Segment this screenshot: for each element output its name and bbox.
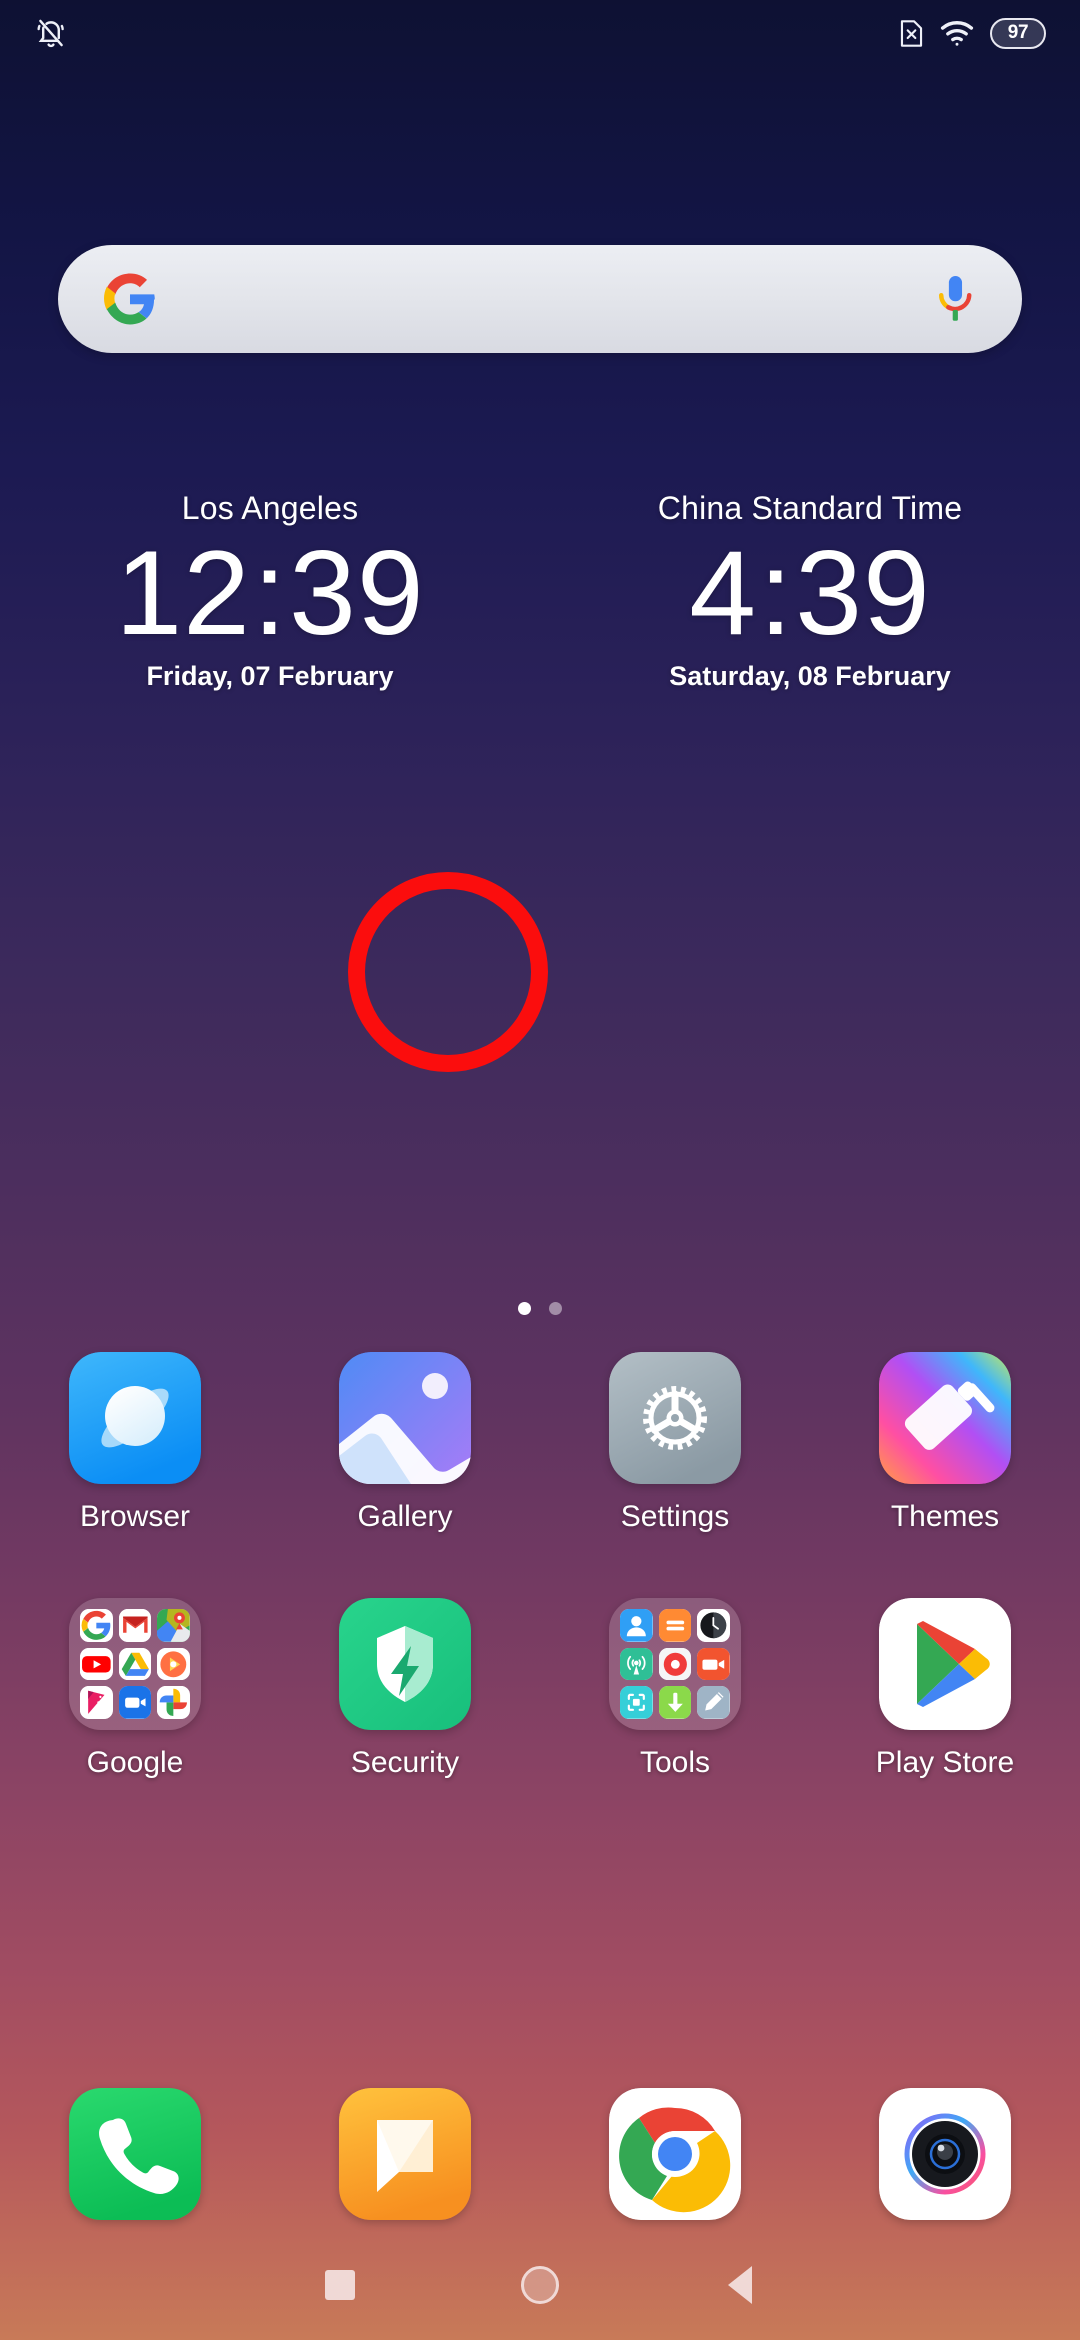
themes-icon[interactable]	[879, 1352, 1011, 1484]
circle-icon	[521, 2266, 559, 2304]
back-button[interactable]	[640, 2266, 840, 2304]
status-bar-right: 97	[899, 18, 1046, 49]
calculator-icon	[659, 1609, 692, 1642]
app-item-security[interactable]: Security	[270, 1598, 540, 1780]
app-item-play-store[interactable]: Play Store	[810, 1598, 1080, 1780]
app-grid: Browser Gallery	[0, 1352, 1080, 1780]
search-input[interactable]	[156, 245, 934, 353]
security-shield-icon[interactable]	[339, 1598, 471, 1730]
annotation-circle-settings	[348, 872, 548, 1072]
clock-los-angeles[interactable]: Los Angeles 12:39 Friday, 07 February	[0, 490, 540, 692]
app-label: Gallery	[357, 1500, 452, 1534]
scanner-icon	[620, 1686, 653, 1719]
dock-item-phone[interactable]	[0, 2088, 270, 2220]
app-label: Tools	[640, 1746, 710, 1780]
app-label: Security	[351, 1746, 459, 1780]
gmail-icon	[119, 1609, 152, 1642]
google-search-bar[interactable]	[58, 245, 1022, 353]
settings-gear-icon[interactable]	[609, 1352, 741, 1484]
navigation-bar	[0, 2230, 1080, 2340]
battery-level-text: 97	[1008, 22, 1029, 44]
page-dot-2[interactable]	[549, 1302, 562, 1315]
notes-icon	[697, 1686, 730, 1719]
play-movies-icon	[80, 1686, 113, 1719]
clock-date: Friday, 07 February	[0, 661, 540, 692]
google-search-icon	[80, 1609, 113, 1642]
clock-time: 4:39	[540, 529, 1080, 659]
square-icon	[325, 2270, 355, 2300]
app-label: Settings	[621, 1500, 729, 1534]
home-button[interactable]	[440, 2266, 640, 2304]
drive-icon	[119, 1648, 152, 1681]
app-label: Google	[87, 1746, 184, 1780]
clock-colon: :	[757, 526, 795, 660]
wifi-icon	[940, 18, 974, 48]
home-screen: 97 Los Angeles 12:39	[0, 0, 1080, 2340]
dock-item-chrome[interactable]	[540, 2088, 810, 2220]
downloads-icon	[659, 1686, 692, 1719]
browser-icon[interactable]	[69, 1352, 201, 1484]
clock-colon: :	[251, 526, 289, 660]
notifications-silenced-icon	[34, 16, 68, 50]
status-bar: 97	[0, 0, 1080, 66]
dock-item-camera[interactable]	[810, 2088, 1080, 2220]
clock-icon	[697, 1609, 730, 1642]
battery-indicator: 97	[990, 18, 1046, 49]
google-g-icon	[104, 273, 156, 325]
contacts-icon	[620, 1609, 653, 1642]
tools-folder-icon[interactable]	[609, 1598, 741, 1730]
clock-china-standard-time[interactable]: China Standard Time 4:39 Saturday, 08 Fe…	[540, 490, 1080, 692]
play-store-icon[interactable]	[879, 1598, 1011, 1730]
clock-date: Saturday, 08 February	[540, 661, 1080, 692]
app-item-themes[interactable]: Themes	[810, 1352, 1080, 1534]
app-item-tools-folder[interactable]: Tools	[540, 1598, 810, 1780]
youtube-icon	[80, 1648, 113, 1681]
dock	[0, 2088, 1080, 2220]
app-item-google-folder[interactable]: Google	[0, 1598, 270, 1780]
dock-item-messages[interactable]	[270, 2088, 540, 2220]
page-dot-1[interactable]	[518, 1302, 531, 1315]
triangle-back-icon	[728, 2266, 752, 2304]
video-icon	[697, 1648, 730, 1681]
clock-minutes: 39	[795, 526, 930, 660]
fm-radio-icon	[620, 1648, 653, 1681]
gallery-icon[interactable]	[339, 1352, 471, 1484]
status-bar-left	[34, 16, 68, 50]
dual-clock-widget[interactable]: Los Angeles 12:39 Friday, 07 February Ch…	[0, 490, 1080, 692]
duo-icon	[119, 1686, 152, 1719]
app-row: Google Security	[0, 1598, 1080, 1780]
clock-minutes: 39	[289, 526, 424, 660]
sim-card-missing-icon	[899, 18, 924, 49]
app-row: Browser Gallery	[0, 1352, 1080, 1534]
play-music-icon	[157, 1648, 190, 1681]
camera-icon[interactable]	[879, 2088, 1011, 2220]
recorder-icon	[659, 1648, 692, 1681]
clock-time: 12:39	[0, 529, 540, 659]
clock-city-label: China Standard Time	[540, 490, 1080, 527]
clock-hours: 4	[689, 526, 757, 660]
app-label: Browser	[80, 1500, 190, 1534]
app-item-settings[interactable]: Settings	[540, 1352, 810, 1534]
app-item-browser[interactable]: Browser	[0, 1352, 270, 1534]
maps-icon	[157, 1609, 190, 1642]
app-label: Themes	[891, 1500, 999, 1534]
recents-button[interactable]	[240, 2270, 440, 2300]
phone-icon[interactable]	[69, 2088, 201, 2220]
clock-hours: 12	[115, 526, 250, 660]
chrome-icon[interactable]	[609, 2088, 741, 2220]
page-indicator	[0, 1302, 1080, 1315]
photos-icon	[157, 1686, 190, 1719]
google-folder-icon[interactable]	[69, 1598, 201, 1730]
app-label: Play Store	[876, 1746, 1014, 1780]
app-item-gallery[interactable]: Gallery	[270, 1352, 540, 1534]
clock-city-label: Los Angeles	[0, 490, 540, 527]
google-mic-icon[interactable]	[934, 273, 976, 325]
messages-icon[interactable]	[339, 2088, 471, 2220]
